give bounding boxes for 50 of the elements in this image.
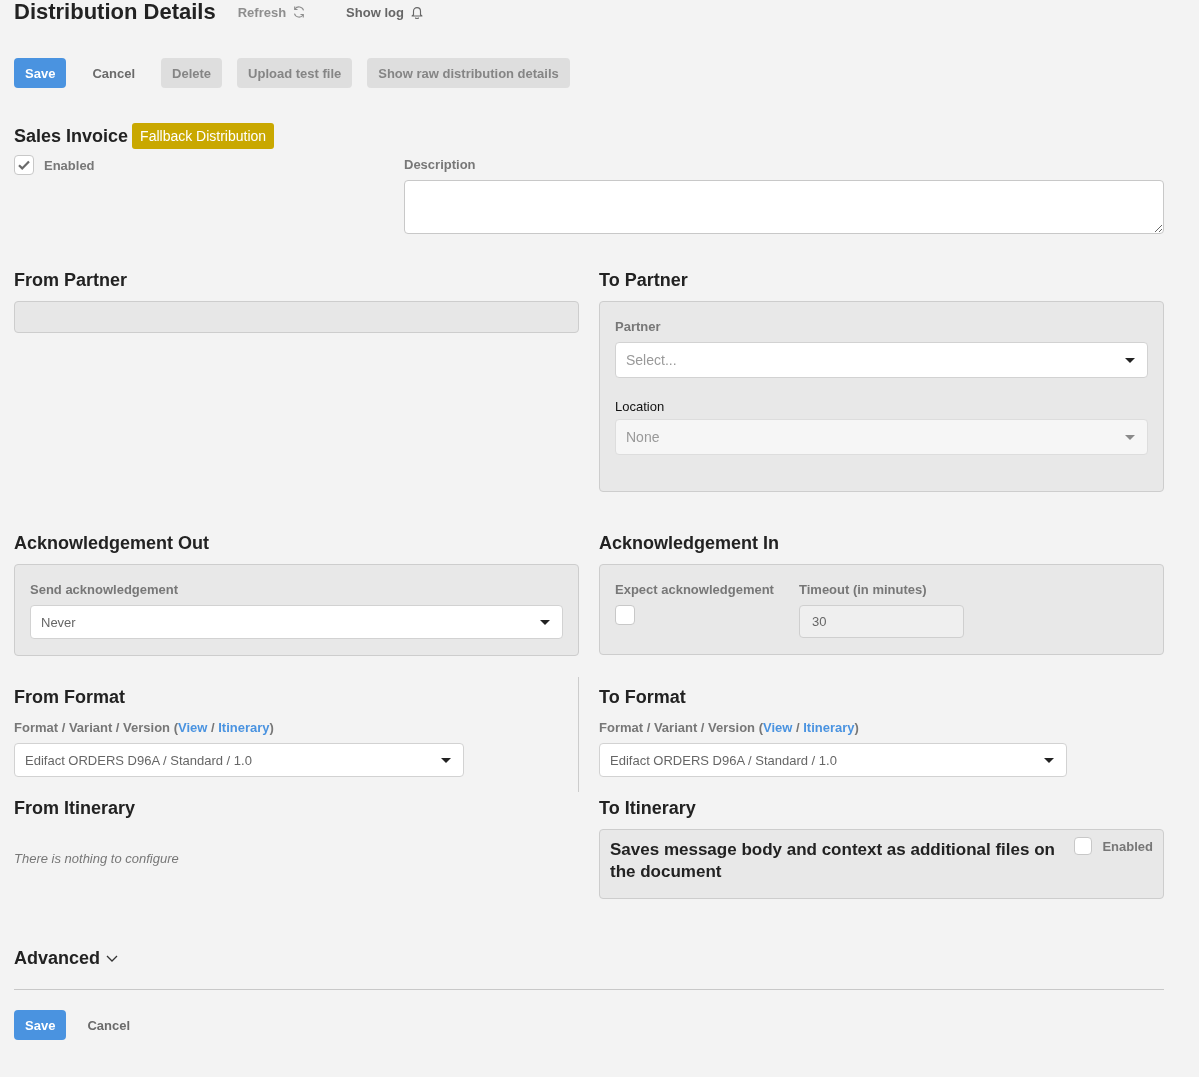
expect-checkbox[interactable] [615, 605, 635, 625]
advanced-toggle[interactable]: Advanced [14, 947, 119, 969]
format-link[interactable]: View [178, 720, 208, 735]
format-label: Format / Variant / Version (View / Itinerary) [14, 719, 275, 737]
bell-icon [409, 5, 424, 19]
check-icon [18, 160, 30, 170]
field-label: Timeout (in minutes) [799, 581, 928, 599]
save-button[interactable]: Save [14, 1010, 67, 1040]
field-label: Location [615, 398, 666, 416]
format-select[interactable]: Edifact ORDERS D96A / Standard / 1.0 [599, 743, 1067, 777]
chevron-down-icon [106, 954, 119, 962]
acknowledgement-select[interactable]: Never [30, 605, 563, 639]
field-label: Partner [615, 318, 662, 336]
section-heading: To Partner [599, 269, 689, 291]
checkbox-label: Enabled [1102, 838, 1153, 854]
enabled-checkbox[interactable] [1074, 837, 1093, 855]
format-select[interactable]: Edifact ORDERS D96A / Standard / 1.0 [14, 743, 464, 777]
format-label: Format / Variant / Version (View / Itinerary) [599, 719, 860, 737]
section-heading: To Itinerary [599, 797, 697, 819]
caret-down-icon [1125, 434, 1135, 440]
section-heading: From Itinerary [14, 797, 137, 819]
page-title: Distribution Details [14, 0, 216, 24]
section-heading: Acknowledgement Out [14, 532, 211, 554]
field-label: Description [404, 156, 477, 174]
section-heading: To Format [599, 686, 687, 708]
description-field[interactable] [404, 180, 1164, 234]
caret-down-icon [1044, 757, 1054, 763]
section-heading: From Format [14, 686, 126, 708]
checkbox-label: Enabled [44, 157, 95, 173]
document-title: Sales Invoice [14, 125, 129, 147]
save-button[interactable]: Save [14, 58, 67, 88]
field-label: Send acknowledgement [30, 581, 180, 599]
format-link[interactable]: View [763, 720, 793, 735]
caret-down-icon [1125, 357, 1135, 363]
fallback-badge: Fallback Distribution [132, 123, 275, 149]
caret-down-icon [540, 619, 550, 625]
show-log-button[interactable]: Show log [346, 4, 424, 20]
refresh-icon [292, 5, 307, 19]
section-heading: From Partner [14, 269, 129, 291]
field-label: Expect acknowledgement [615, 581, 775, 599]
format-link[interactable]: Itinerary [803, 720, 855, 735]
empty-message: There is nothing to configure [14, 850, 180, 868]
enabled-checkbox[interactable] [14, 155, 34, 175]
cancel-button[interactable]: Cancel [76, 58, 151, 88]
format-link[interactable]: Itinerary [218, 720, 270, 735]
partner-select[interactable]: Select... [615, 342, 1148, 378]
section-heading: Acknowledgement In [599, 532, 781, 554]
caret-down-icon [441, 757, 451, 763]
step-description: Saves message body and context as additional files on the document [610, 839, 1056, 883]
cancel-button[interactable]: Cancel [76, 1010, 141, 1040]
